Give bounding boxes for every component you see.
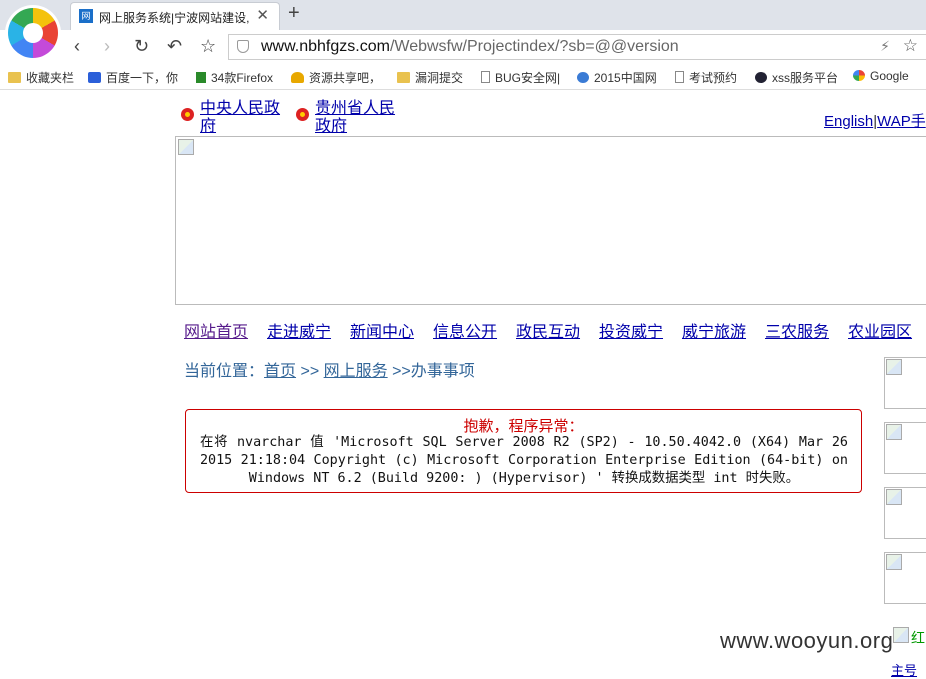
nav-investment[interactable]: 投资威宁: [599, 318, 663, 342]
bookmark-label: 34款Firefox: [211, 71, 274, 85]
small-broken-image-icon: [893, 627, 909, 643]
bookmark-label: BUG安全网|: [495, 71, 561, 85]
side-image[interactable]: [884, 552, 926, 604]
shield-icon: [237, 40, 249, 53]
bookmark-label: 漏洞提交: [415, 71, 464, 85]
folder-icon: [8, 72, 21, 83]
breadcrumb: 当前位置：首页 >> 网上服务 >>办事事项: [184, 357, 475, 381]
address-bar[interactable]: www.nbhfgzs.com/Webwsfw/Projectindex/?sb…: [228, 34, 926, 60]
broken-image-icon: [886, 359, 902, 375]
nav-home[interactable]: 网站首页: [184, 318, 248, 342]
bookmark-label: 百度一下，你: [106, 71, 179, 85]
bookmark-item[interactable]: xss服务平台: [755, 69, 838, 86]
bookmark-label: 考试预约: [689, 71, 738, 85]
favorite-star-icon[interactable]: ☆: [903, 36, 918, 56]
nav-about[interactable]: 走进威宁: [267, 318, 331, 342]
bookmark-star-icon[interactable]: ☆: [200, 36, 216, 57]
nav-news[interactable]: 新闻中心: [350, 318, 414, 342]
browser-logo-icon[interactable]: [8, 8, 58, 58]
broken-image-icon: [178, 139, 194, 155]
trophy-icon: [291, 72, 304, 83]
undo-close-icon[interactable]: ↶: [167, 36, 182, 57]
bookmark-label: 资源共享吧，: [309, 71, 382, 85]
side-partial-text: 红: [911, 630, 925, 646]
new-tab-button[interactable]: +: [288, 2, 300, 25]
bookmark-label: 收藏夹栏: [26, 71, 75, 85]
back-icon[interactable]: ‹: [74, 36, 80, 57]
lightning-icon[interactable]: ⚡: [880, 38, 890, 55]
bookmark-item[interactable]: 漏洞提交: [397, 69, 463, 86]
url-path: /Webwsfw/Projectindex/?sb=@@version: [389, 38, 679, 55]
banner-image: [175, 136, 926, 305]
language-links: English|WAP手: [824, 110, 926, 131]
error-title: 抱歉，程序异常：: [463, 418, 584, 435]
anchor-icon: [577, 72, 589, 83]
close-tab-icon[interactable]: ✕: [256, 6, 269, 24]
bookmark-item[interactable]: BUG安全网|: [481, 69, 560, 86]
side-image[interactable]: [884, 487, 926, 539]
breadcrumb-sep: >>: [296, 363, 324, 380]
google-icon: [853, 70, 865, 81]
nav-tourism[interactable]: 威宁旅游: [682, 318, 746, 342]
english-link[interactable]: English: [824, 113, 873, 130]
document-icon: [481, 71, 490, 83]
breadcrumb-current: 办事事项: [410, 363, 475, 380]
bookmarks-bar: 收藏夹栏 百度一下，你 34款Firefox 资源共享吧， 漏洞提交 BUG安全…: [0, 64, 926, 90]
guizhou-gov-link[interactable]: 贵州省人民政府: [315, 100, 399, 136]
url-host: www.nbhfgzs.com: [261, 38, 390, 55]
breadcrumb-prefix: 当前位置：: [184, 363, 265, 380]
f-logo-icon: [196, 72, 206, 83]
broken-image-icon: [886, 424, 902, 440]
baidu-paw-icon: [88, 72, 101, 83]
breadcrumb-sep: >>: [387, 363, 411, 380]
site-favicon-icon: 网: [79, 9, 93, 23]
watermark: www.wooyun.org: [720, 628, 894, 653]
bookmark-item[interactable]: 资源共享吧，: [291, 69, 381, 86]
breadcrumb-service[interactable]: 网上服务: [324, 363, 388, 380]
bookmark-item[interactable]: 2015中国网: [577, 69, 657, 86]
url-text[interactable]: www.nbhfgzs.com/Webwsfw/Projectindex/?sb…: [261, 38, 679, 56]
error-box: 抱歉，程序异常： 在将 nvarchar 值 'Microsoft SQL Se…: [185, 409, 862, 493]
tab-title: 网上服务系统|宁波网站建设,: [99, 11, 249, 25]
folder-icon: [397, 72, 410, 83]
breadcrumb-home[interactable]: 首页: [264, 363, 296, 380]
bookmark-item[interactable]: 百度一下，你: [88, 69, 178, 86]
reload-icon[interactable]: ↻: [134, 36, 149, 57]
bookmark-label: 2015中国网: [594, 71, 657, 85]
nav-info-public[interactable]: 信息公开: [433, 318, 497, 342]
bookmark-label: xss服务平台: [772, 71, 839, 85]
broken-image-icon: [886, 554, 902, 570]
wap-link[interactable]: WAP手: [877, 113, 926, 130]
bookmark-item[interactable]: 34款Firefox: [196, 69, 273, 86]
document-icon: [675, 71, 684, 83]
bookmark-item[interactable]: Google: [853, 69, 909, 83]
forward-icon[interactable]: ›: [104, 36, 110, 57]
nav-interaction[interactable]: 政民互动: [516, 318, 580, 342]
bookmark-item[interactable]: 收藏夹栏: [8, 69, 74, 86]
navigation-bar: ‹ › ↻ ↶ ☆ www.nbhfgzs.com/Webwsfw/Projec…: [0, 30, 926, 64]
ghost-icon: [755, 72, 767, 83]
bookmark-label: Google: [870, 69, 909, 83]
central-gov-link[interactable]: 中央人民政府: [200, 100, 284, 136]
nav-agriculture[interactable]: 三农服务: [765, 318, 829, 342]
nav-agri-park[interactable]: 农业园区: [848, 318, 912, 342]
national-emblem-icon: [181, 108, 194, 121]
error-message: 在将 nvarchar 值 'Microsoft SQL Server 2008…: [200, 435, 848, 486]
side-image[interactable]: [884, 357, 926, 409]
bookmark-item[interactable]: 考试预约: [675, 69, 737, 86]
bottom-partial-link[interactable]: 主号: [891, 660, 917, 679]
active-tab[interactable]: 网 网上服务系统|宁波网站建设, ✕: [70, 2, 280, 30]
provincial-emblem-icon: [296, 108, 309, 121]
side-image[interactable]: [884, 422, 926, 474]
broken-image-icon: [886, 489, 902, 505]
